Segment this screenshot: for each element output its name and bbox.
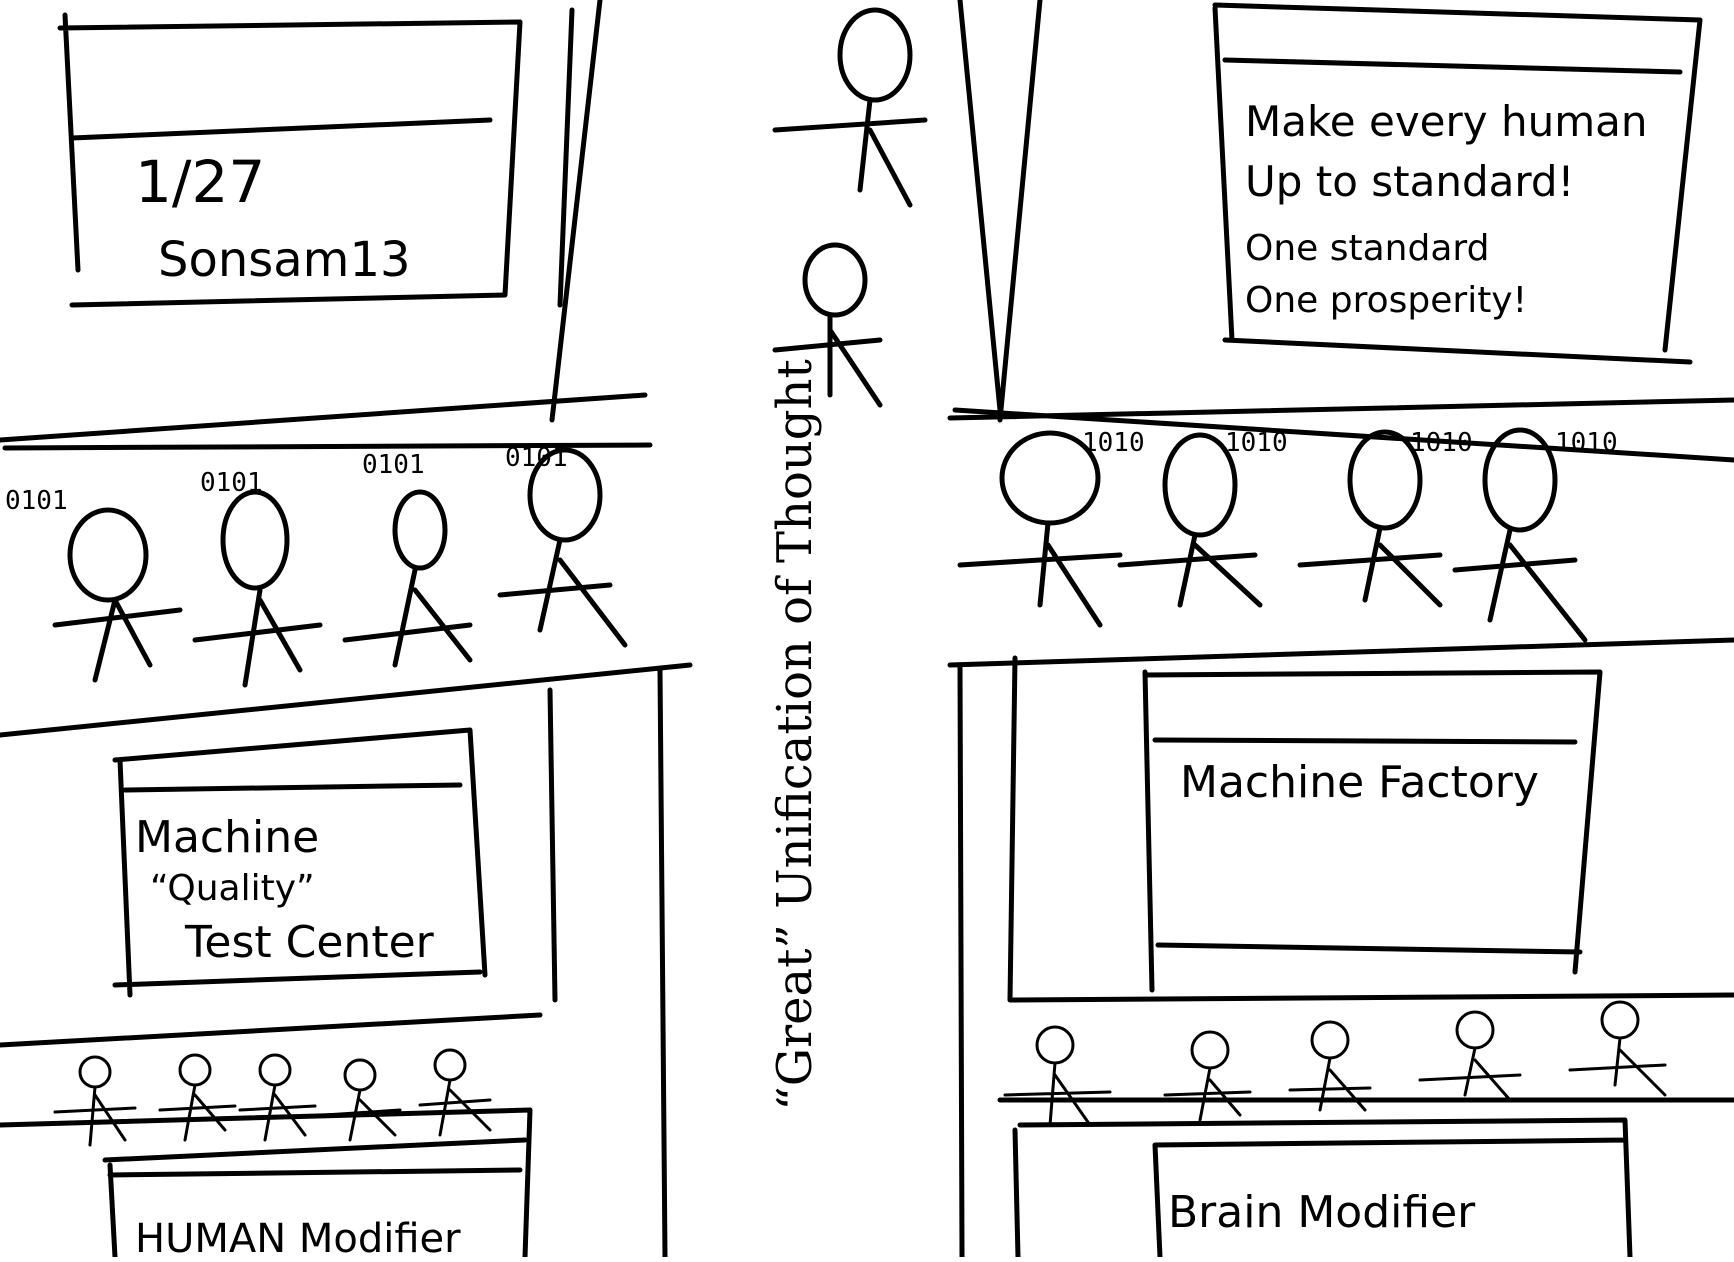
quality-center-line-3: Test Center — [185, 917, 434, 968]
binary-tag: 0101 — [505, 443, 568, 473]
figures-small-left — [53, 1048, 492, 1147]
stick-figure — [1288, 1020, 1372, 1112]
figures-right-group — [957, 427, 1588, 643]
sketch-canvas: 1/27 Sonsam13 Make every human Up to sta… — [0, 0, 1734, 1262]
stick-figure — [192, 489, 323, 688]
binary-tag: 0101 — [200, 468, 263, 498]
brain-modifier-label: Brain Modifier — [1168, 1187, 1476, 1238]
stick-figure — [772, 7, 928, 208]
stick-figure — [1568, 1000, 1667, 1097]
stick-figure — [1418, 1010, 1522, 1102]
stick-figure — [342, 489, 473, 668]
figures-small-right — [1003, 1000, 1667, 1127]
date-text: 1/27 — [135, 148, 266, 216]
stick-figure — [1003, 1025, 1112, 1127]
slogan-line-1: Make every human — [1245, 97, 1648, 146]
binary-tag: 1010 — [1225, 428, 1288, 458]
quality-center-line-1: Machine — [135, 812, 320, 863]
binary-tag: 1010 — [1082, 428, 1145, 458]
stick-figure — [53, 1055, 137, 1147]
figures-left-group — [52, 447, 628, 688]
human-modifier-label: HUMAN Modifier — [135, 1216, 461, 1262]
stick-figure — [1163, 1030, 1252, 1122]
binary-tag: 1010 — [1410, 428, 1473, 458]
slogan-line-2: Up to standard! — [1245, 157, 1575, 206]
stick-figure — [1117, 432, 1263, 608]
slogan-line-4: One prosperity! — [1245, 280, 1528, 321]
center-title: “Great” Unification of Thought — [766, 359, 823, 1111]
binary-tag: 0101 — [5, 486, 68, 516]
author-text: Sonsam13 — [158, 232, 411, 288]
machine-factory-label: Machine Factory — [1180, 757, 1539, 808]
stick-figure — [158, 1053, 237, 1142]
quality-center-line-2: “Quality” — [150, 868, 315, 909]
stick-figure — [497, 447, 628, 648]
slogan-line-3: One standard — [1245, 228, 1490, 269]
stick-figure — [238, 1053, 317, 1142]
binary-tag: 0101 — [362, 450, 425, 480]
stick-figure — [1452, 427, 1588, 643]
stick-figure — [957, 430, 1123, 628]
figures-center-column — [772, 7, 928, 408]
stick-figure — [418, 1048, 492, 1137]
binary-tag: 1010 — [1555, 428, 1618, 458]
stick-figure — [323, 1058, 402, 1142]
stick-figure — [52, 507, 183, 683]
